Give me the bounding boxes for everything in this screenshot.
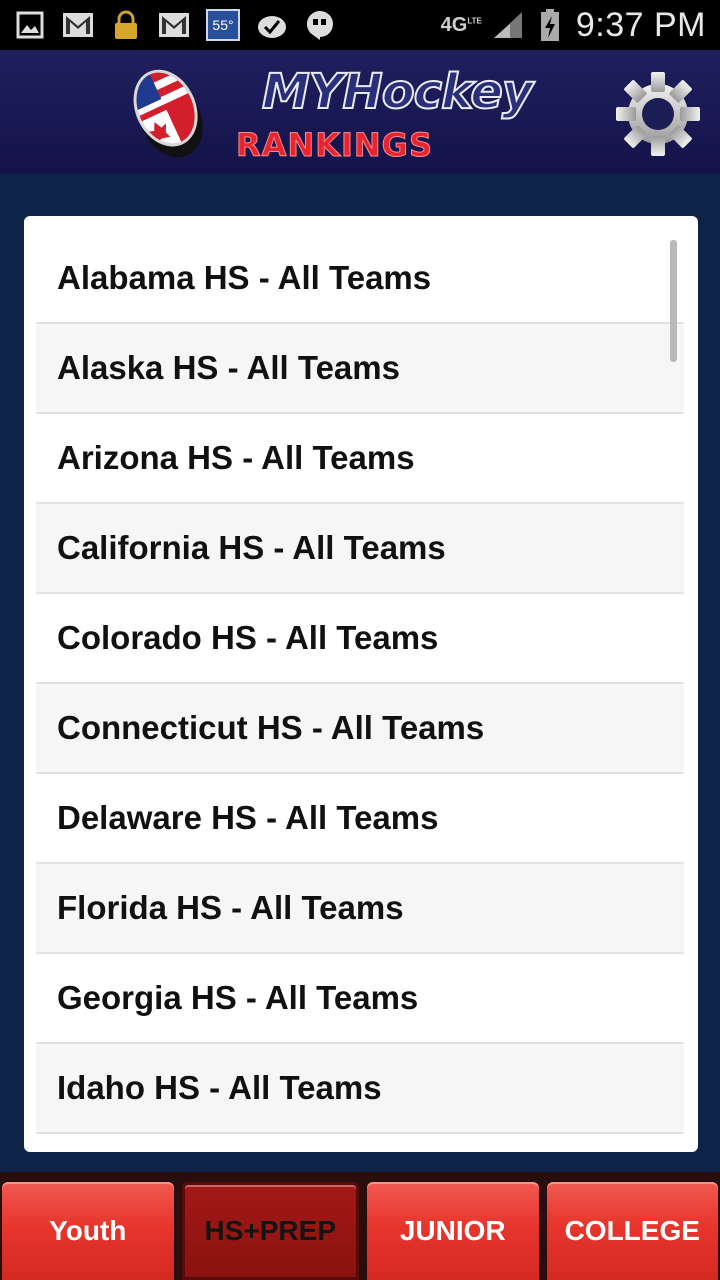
list-item[interactable]: Delaware HS - All Teams [36, 774, 684, 864]
signal-icon [492, 9, 524, 41]
clock: 9:37 PM [575, 5, 706, 44]
status-bar: 55° 4GLTE 9:37 PM [0, 0, 720, 50]
list-item[interactable]: Arizona HS - All Teams [36, 414, 684, 504]
list-scrollbar[interactable] [670, 240, 677, 362]
list-item[interactable]: California HS - All Teams [36, 504, 684, 594]
list-item[interactable]: Georgia HS - All Teams [36, 954, 684, 1044]
list-item[interactable]: Alaska HS - All Teams [36, 324, 684, 414]
list-item[interactable]: Idaho HS - All Teams [36, 1044, 684, 1134]
team-list: Alabama HS - All Teams Alaska HS - All T… [36, 234, 684, 1134]
gear-icon[interactable] [614, 70, 702, 158]
list-item[interactable]: Florida HS - All Teams [36, 864, 684, 954]
hockey-puck-logo-icon [125, 63, 206, 158]
lock-icon [110, 9, 142, 41]
tab-college[interactable]: COLLEGE [546, 1182, 718, 1280]
hangouts-icon [304, 9, 336, 41]
tab-youth[interactable]: Youth [2, 1182, 174, 1280]
gallery-icon [14, 9, 46, 41]
logo-subtitle: RANKINGS [236, 126, 433, 165]
weather-temp-badge: 55° [206, 9, 240, 41]
gmail-icon-2 [158, 9, 190, 41]
tab-junior[interactable]: JUNIOR [367, 1182, 539, 1280]
battery-charging-icon [534, 9, 566, 41]
gmail-icon [62, 9, 94, 41]
tab-hs-prep[interactable]: HS+PREP [181, 1182, 359, 1280]
list-item[interactable]: Colorado HS - All Teams [36, 594, 684, 684]
team-list-panel: Alabama HS - All Teams Alaska HS - All T… [24, 216, 698, 1152]
network-sub: LTE [467, 16, 482, 26]
bottom-tab-bar: Youth HS+PREP JUNIOR COLLEGE [0, 1172, 720, 1280]
app-header: MYHockey RANKINGS [0, 50, 720, 174]
list-item[interactable]: Alabama HS - All Teams [36, 234, 684, 324]
check-cloud-icon [256, 9, 288, 41]
network-type: 4G [440, 14, 468, 36]
logo-title: MYHockey [261, 63, 534, 121]
network-type-label: 4GLTE [441, 15, 482, 35]
list-item[interactable]: Connecticut HS - All Teams [36, 684, 684, 774]
